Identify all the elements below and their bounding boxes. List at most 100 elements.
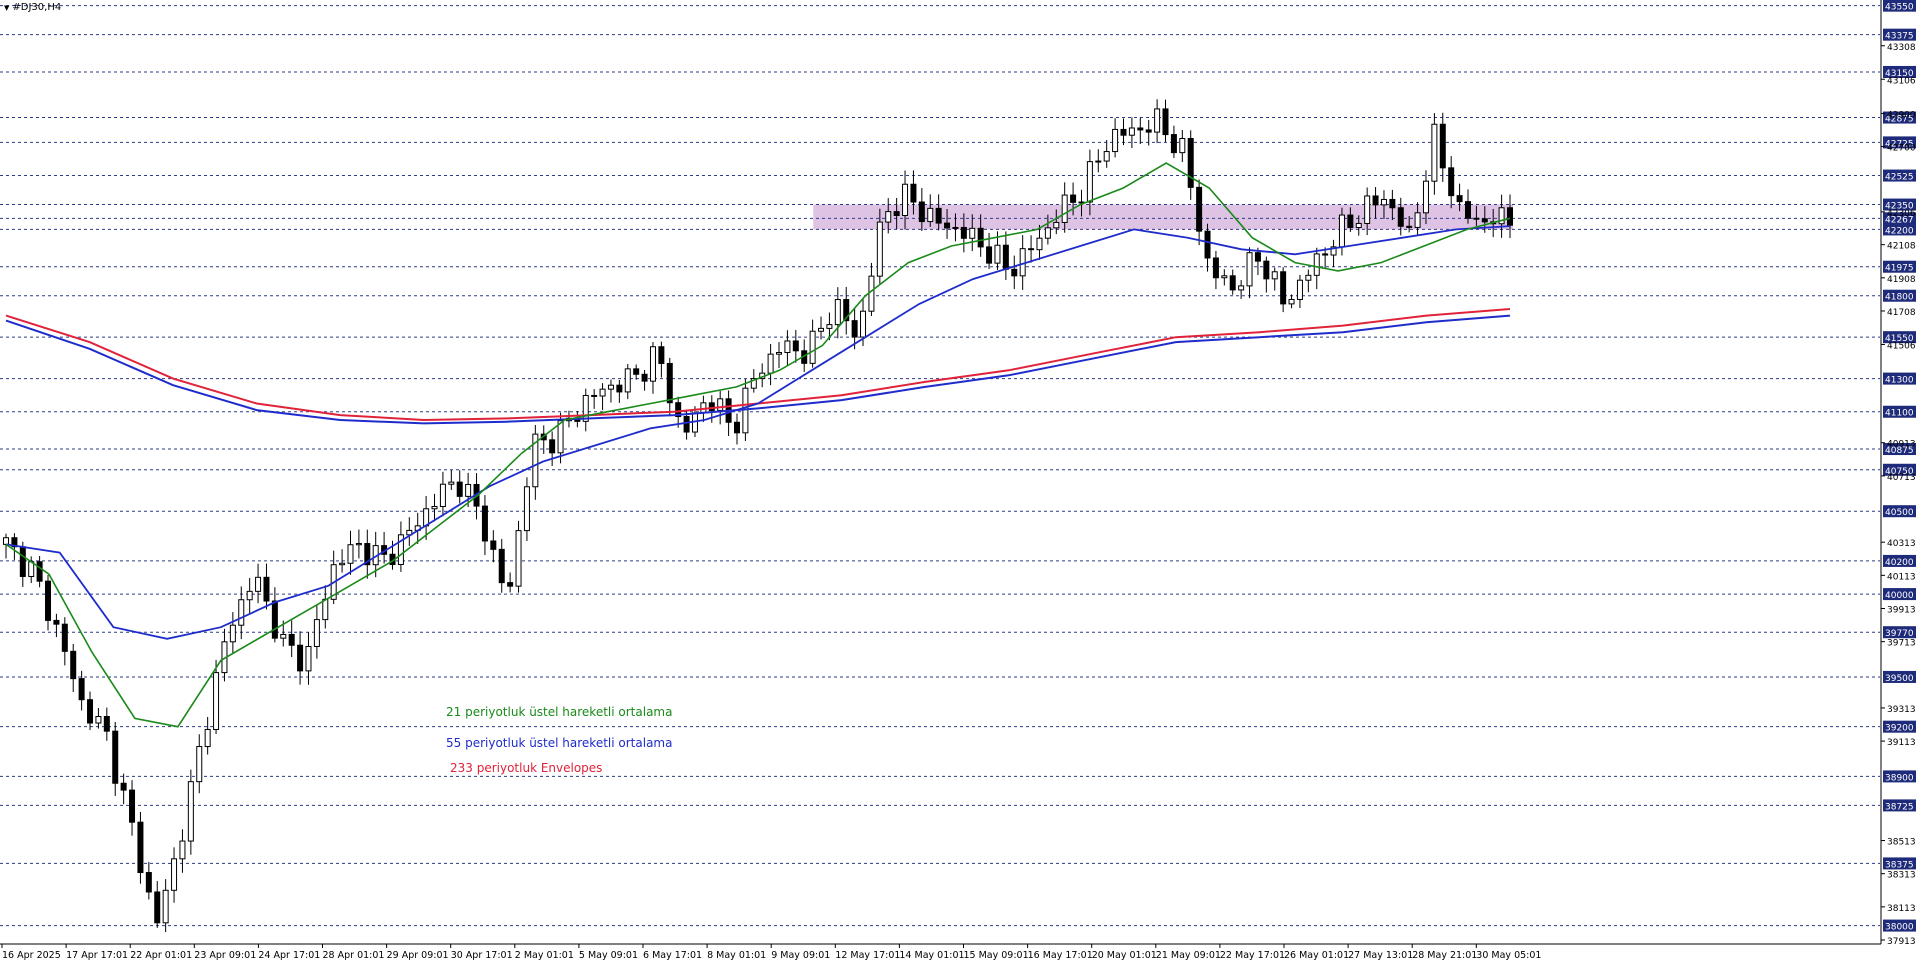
candle-up <box>187 781 194 842</box>
y-tick-label: 41708 <box>1887 308 1916 318</box>
candle-up <box>246 590 253 601</box>
candle-down <box>1002 244 1009 270</box>
candle-down <box>1263 260 1270 280</box>
candle-up <box>515 530 522 587</box>
candle-down <box>910 183 917 203</box>
x-tick-label: 9 May 09:01 <box>771 950 830 961</box>
candle-down <box>977 227 984 248</box>
candle-down <box>986 246 993 264</box>
candle-up <box>826 324 833 329</box>
y-tick-label: 43106 <box>1887 76 1916 86</box>
price-chart[interactable]: 4355043375431504287542725425254235042267… <box>0 0 1916 963</box>
y-tick-label: 40313 <box>1887 539 1916 549</box>
price-tag-label: 42200 <box>1885 226 1914 236</box>
candle-up <box>1305 274 1312 281</box>
x-tick-label: 22 May 17:01 <box>1220 950 1285 961</box>
candle-down <box>507 582 514 587</box>
candle-up <box>238 599 245 626</box>
candle-down <box>53 619 60 625</box>
candle-up <box>1380 198 1387 206</box>
chart-window[interactable]: 43550 43375 43150 42875 42725 42525 42350 42267… <box>0 0 1916 963</box>
candle-down <box>78 678 85 701</box>
y-tick-label: 40913 <box>1887 440 1916 450</box>
candle-up <box>1061 194 1068 223</box>
candle-up <box>1355 222 1362 228</box>
candle-down <box>1070 194 1077 203</box>
candle-up <box>994 244 1001 264</box>
candle-up <box>767 353 774 374</box>
candle-up <box>624 368 631 393</box>
y-tick-label: 41908 <box>1887 275 1916 285</box>
candle-up <box>1238 285 1245 291</box>
candle-down <box>1196 186 1203 232</box>
candle-up <box>649 346 656 382</box>
x-tick-label: 15 May 09:01 <box>964 950 1029 961</box>
candle-down <box>1162 108 1169 136</box>
y-tick-label: 42900 <box>1887 110 1916 120</box>
x-tick-label: 26 May 01:01 <box>1284 950 1349 961</box>
y-tick-label: 42306 <box>1887 209 1916 219</box>
triangle-down-icon[interactable]: ▼ <box>4 4 9 12</box>
price-tag-label: 40200 <box>1885 558 1914 568</box>
candle-down <box>129 789 136 823</box>
candle-up <box>1044 227 1051 239</box>
x-tick-label: 22 Apr 01:01 <box>130 950 192 961</box>
candle-down <box>666 362 673 404</box>
candle-up <box>952 226 959 229</box>
candle-up <box>607 384 614 390</box>
candle-up <box>355 543 362 546</box>
candle-up <box>322 598 329 621</box>
candle-down <box>36 561 43 582</box>
candle-down <box>120 782 127 791</box>
ema21-annotation: 21 periyotluk üstel hareketli ortalama <box>446 705 673 719</box>
candle-up <box>1246 252 1253 287</box>
candle-down <box>893 211 900 217</box>
candle-up <box>1422 180 1429 214</box>
candle-down <box>19 546 26 577</box>
candle-up <box>1364 195 1371 224</box>
candle-up <box>229 624 236 643</box>
resistance-zone <box>813 204 1513 230</box>
candle-up <box>1338 214 1345 248</box>
candle-up <box>885 211 892 223</box>
candle-up <box>1296 279 1303 300</box>
candle-down <box>271 600 278 639</box>
candle-up <box>876 221 883 277</box>
x-tick-label: 2 May 01:01 <box>515 950 574 961</box>
candle-down <box>481 505 488 542</box>
price-tag-label: 39500 <box>1885 674 1914 684</box>
candle-down <box>549 439 556 454</box>
candle-down <box>1456 195 1463 203</box>
price-tag-label: 39200 <box>1885 724 1914 734</box>
candle-down <box>1280 271 1287 305</box>
candle-up <box>204 728 211 748</box>
candle-down <box>1254 252 1261 262</box>
y-tick-label: 39913 <box>1887 605 1916 615</box>
candle-down <box>641 373 648 382</box>
x-tick-label: 17 Apr 17:01 <box>66 950 128 961</box>
y-tick-label: 39113 <box>1887 738 1916 748</box>
x-tick-label: 16 Apr 2025 <box>2 950 61 961</box>
x-tick-label: 6 May 17:01 <box>643 950 702 961</box>
y-tick-label: 39713 <box>1887 639 1916 649</box>
candle-up <box>465 483 472 497</box>
candle-up <box>902 183 909 217</box>
x-tick-label: 28 Apr 01:01 <box>323 950 385 961</box>
ema55-annotation: 55 periyotluk üstel hareketli ortalama <box>446 736 673 750</box>
candle-down <box>1473 217 1480 220</box>
candle-down <box>633 368 640 375</box>
candle-down <box>1507 207 1513 226</box>
candle-down <box>591 394 598 397</box>
candle-down <box>1137 127 1144 131</box>
price-tag-label: 38900 <box>1885 773 1914 783</box>
candle-up <box>1271 271 1278 280</box>
candle-down <box>490 540 497 550</box>
candle-up <box>1128 127 1135 136</box>
y-tick-label: 41506 <box>1887 341 1916 351</box>
candle-down <box>1011 268 1018 277</box>
candle-up <box>1036 237 1043 251</box>
envelope-annotation: 233 periyotluk Envelopes <box>450 761 603 775</box>
candle-down <box>658 346 665 364</box>
candle-down <box>935 207 942 224</box>
symbol-label: #DJ30,H4 <box>12 2 62 13</box>
